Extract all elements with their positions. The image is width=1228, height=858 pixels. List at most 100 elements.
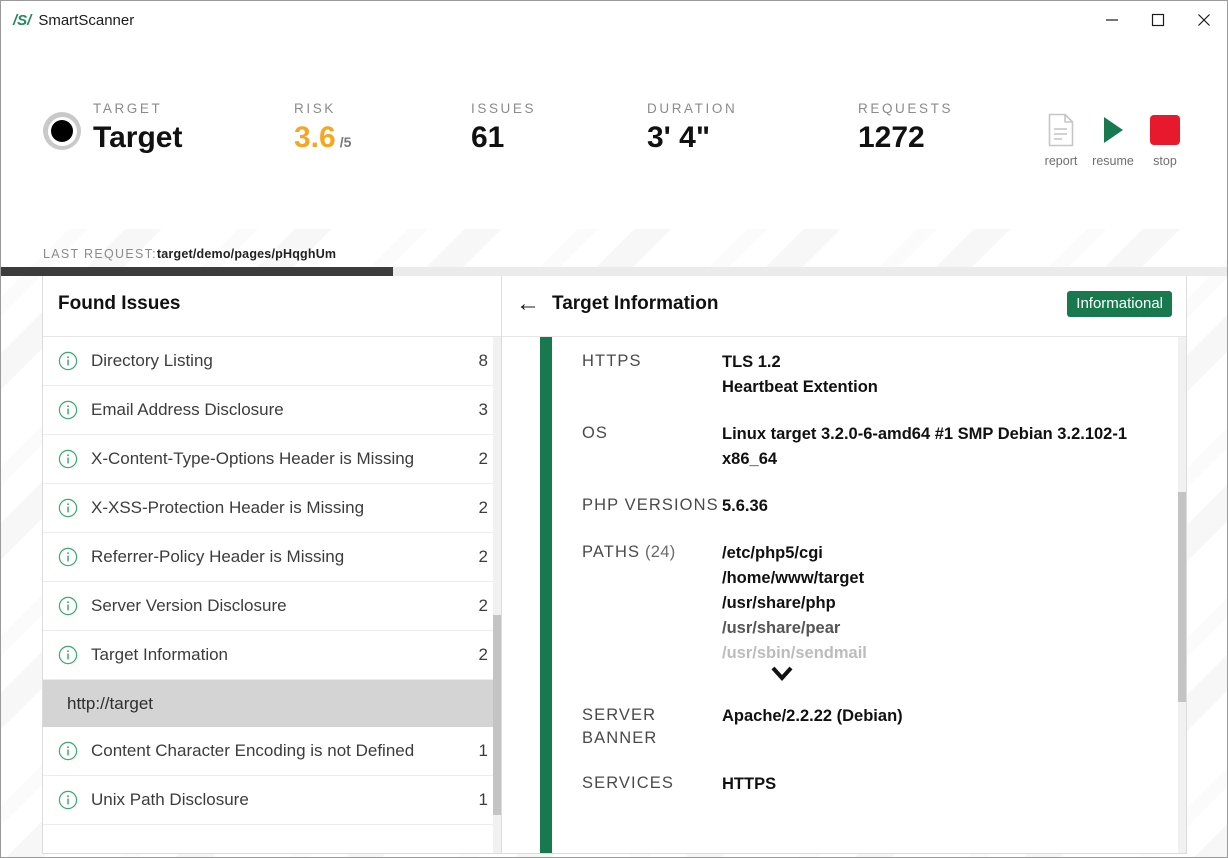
issue-row[interactable]: Target Information 2 [43, 631, 501, 680]
detail-key: OS [582, 424, 609, 442]
found-issues-panel: Found Issues Directory Listing 8 Email Add… [42, 271, 501, 854]
last-request-label: LAST REQUEST: [43, 247, 157, 261]
stat-risk-number: 3.6 [294, 121, 336, 154]
detail-key-count: (24) [640, 543, 676, 561]
issue-count: 3 [478, 400, 488, 419]
detail-key: SERVICES [582, 774, 674, 792]
stat-issues: ISSUES 61 [471, 101, 536, 157]
last-request: LAST REQUEST:target/demo/pages/pHqghUm [43, 247, 336, 261]
detail-scrollbar[interactable] [1178, 337, 1186, 853]
report-button[interactable]: report [1035, 109, 1087, 168]
stat-duration-label: DURATION [647, 101, 738, 116]
stat-target-value: Target [93, 121, 183, 154]
stop-button-label: stop [1153, 154, 1177, 168]
detail-value-line: TLS 1.2 [722, 353, 781, 371]
app-window: /S/ SmartScanner TARGET Target RISK 3.6 … [0, 0, 1228, 858]
stat-requests: REQUESTS 1272 [858, 101, 953, 157]
issue-detail-panel: ← Target Information Informational HTTPS… [501, 271, 1187, 854]
last-request-value: target/demo/pages/pHqghUm [156, 247, 337, 261]
issue-count: 2 [478, 498, 488, 517]
found-issues-list: Directory Listing 8 Email Address Disclosu… [43, 337, 501, 853]
issue-row[interactable]: X-Content-Type-Options Header is Missing… [43, 435, 501, 484]
stop-button[interactable]: stop [1139, 109, 1191, 168]
detail-row: SERVER BANNER Apache/2.2.22 (Debian) [582, 704, 1136, 750]
info-icon [58, 400, 78, 420]
scan-actions: report resume stop [1035, 109, 1191, 168]
detail-row: HTTPS TLS 1.2 Heartbeat Extention [582, 350, 1136, 400]
title-bar: /S/ SmartScanner [1, 1, 1227, 39]
issue-row[interactable]: X-XSS-Protection Header is Missing 2 [43, 484, 501, 533]
resume-button-label: resume [1092, 154, 1134, 168]
issue-detail-header: ← Target Information Informational [502, 272, 1186, 337]
play-icon [1100, 109, 1126, 151]
info-icon [58, 449, 78, 469]
detail-key: SERVER BANNER [582, 706, 658, 747]
scan-progress-fill [1, 267, 394, 276]
issue-count: 2 [478, 596, 488, 615]
detail-value-line: Apache/2.2.22 (Debian) [722, 707, 903, 725]
detail-path-line: /etc/php5/cgi [722, 544, 823, 562]
detail-value: Linux target 3.2.0-6-amd64 #1 SMP Debian… [722, 422, 1136, 472]
issue-name: Email Address Disclosure [91, 400, 284, 419]
close-icon [1198, 14, 1210, 26]
issues-group-header[interactable]: http://target [43, 680, 501, 727]
issues-list-scroll-thumb[interactable] [493, 615, 501, 815]
stat-target: TARGET Target [43, 101, 182, 157]
stat-requests-value: 1272 [858, 121, 925, 154]
scan-progress-bar [1, 267, 1227, 276]
detail-row: OS Linux target 3.2.0-6-amd64 #1 SMP Debi… [582, 422, 1136, 472]
detail-key: PHP VERSIONS [582, 496, 719, 514]
logo-icon: /S/ [13, 11, 32, 29]
detail-value-line: 5.6.36 [722, 497, 768, 515]
detail-path-line: /home/www/target [722, 569, 865, 587]
stat-risk-denominator: /5 [339, 134, 352, 150]
issue-name: Server Version Disclosure [91, 596, 287, 615]
detail-path-line: /usr/share/pear [722, 619, 841, 637]
maximize-button[interactable] [1135, 1, 1181, 39]
issue-name: Target Information [91, 645, 229, 664]
issue-name: Directory Listing [91, 351, 213, 370]
info-icon [58, 498, 78, 518]
issue-name: Content Character Encoding is not Define… [91, 741, 415, 760]
stat-duration: DURATION 3' 4" [647, 101, 737, 157]
stat-risk-label: RISK [294, 101, 336, 116]
detail-value: /etc/php5/cgi/home/www/target/usr/share/… [722, 541, 1136, 682]
detail-value: Apache/2.2.22 (Debian) [722, 704, 1136, 729]
detail-scroll-thumb[interactable] [1178, 492, 1186, 702]
issue-name: Referrer-Policy Header is Missing [91, 547, 345, 566]
issue-count: 2 [478, 645, 488, 664]
info-icon [58, 547, 78, 567]
stat-issues-value: 61 [471, 121, 505, 154]
issue-detail-body: HTTPS TLS 1.2 Heartbeat Extention OS Linux t… [502, 337, 1186, 853]
back-arrow-icon[interactable]: ← [516, 292, 540, 316]
resume-button[interactable]: resume [1087, 109, 1139, 168]
info-icon [58, 741, 78, 761]
app-brand: /S/ SmartScanner [13, 12, 134, 29]
issue-detail-title: Target Information [552, 293, 719, 314]
issue-row[interactable]: Content Character Encoding is not Define… [43, 727, 501, 776]
detail-key: HTTPS [582, 352, 642, 370]
issues-group-label: http://target [67, 693, 153, 713]
stat-risk-value: 3.6/5 [294, 119, 351, 161]
issue-row[interactable]: Unix Path Disclosure 1 [43, 776, 501, 825]
issue-row[interactable]: Server Version Disclosure 2 [43, 582, 501, 631]
issue-row[interactable]: Referrer-Policy Header is Missing 2 [43, 533, 501, 582]
issue-row[interactable]: Directory Listing 8 [43, 337, 501, 386]
stat-target-label: TARGET [93, 101, 163, 116]
minimize-button[interactable] [1089, 1, 1135, 39]
detail-value-line: Linux target 3.2.0-6-amd64 #1 SMP Debian… [722, 425, 1128, 468]
close-button[interactable] [1181, 1, 1227, 39]
target-icon [43, 112, 81, 150]
issue-count: 2 [478, 547, 488, 566]
detail-row: PHP VERSIONS 5.6.36 [582, 494, 1136, 519]
document-icon [1046, 109, 1076, 151]
issue-row[interactable]: Email Address Disclosure 3 [43, 386, 501, 435]
issue-count: 8 [478, 351, 488, 370]
severity-accent-bar [540, 337, 552, 853]
severity-badge: Informational [1067, 291, 1172, 317]
chevron-down-icon[interactable] [722, 665, 842, 682]
stat-requests-label: REQUESTS [858, 101, 954, 116]
issues-list-scrollbar[interactable] [493, 337, 501, 853]
stat-issues-label: ISSUES [471, 101, 537, 116]
stat-duration-value: 3' 4" [647, 121, 711, 154]
